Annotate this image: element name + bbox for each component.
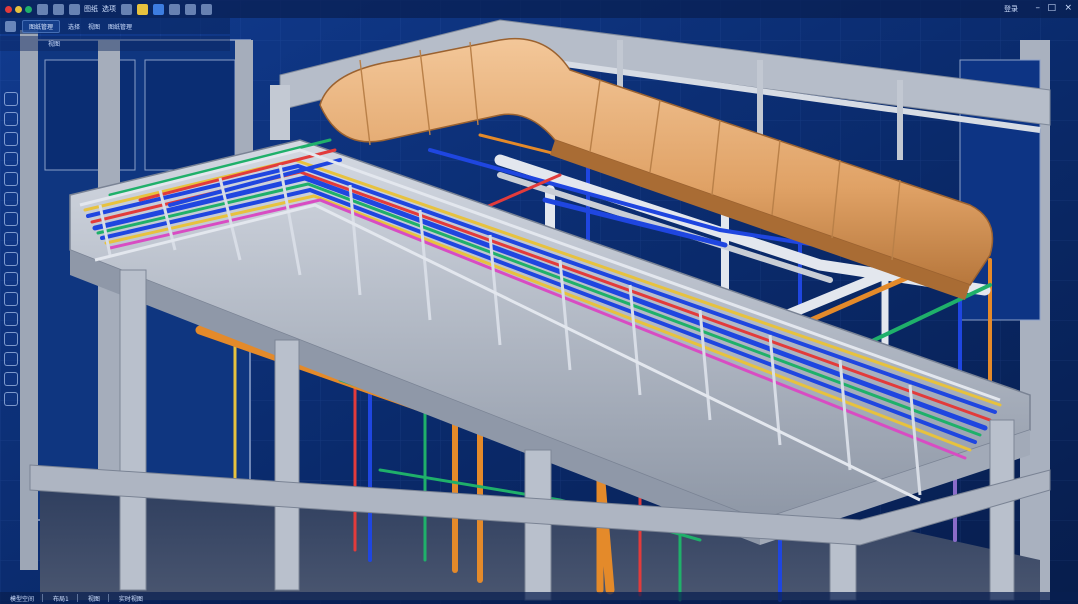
camera-icon[interactable] xyxy=(4,312,18,326)
save-icon[interactable] xyxy=(37,3,48,15)
status-divider xyxy=(107,594,109,602)
title-bar: 图纸 选项 登录 – □ × xyxy=(0,0,1078,18)
view-cube-icon[interactable] xyxy=(153,3,164,15)
drawing-icon[interactable] xyxy=(5,20,16,32)
status-bar: 模型空间 布局1 视图 实时视图 xyxy=(0,592,1078,604)
pan-icon[interactable] xyxy=(4,112,18,126)
window-minimize-icon[interactable]: – xyxy=(1036,3,1041,13)
lock-icon[interactable] xyxy=(4,332,18,346)
bim-viewer-app: 图纸 选项 登录 – □ × 图纸管理 选择 视图 图纸管理 视图 模型空间 布… xyxy=(0,0,1078,604)
search-icon[interactable] xyxy=(201,3,212,15)
menu-item-drawings[interactable]: 图纸 xyxy=(84,4,98,14)
drawing-manager-tool[interactable]: 图纸管理 xyxy=(108,22,132,31)
settings-icon[interactable] xyxy=(185,3,196,15)
select-icon[interactable] xyxy=(4,92,18,106)
measure-tool-icon[interactable] xyxy=(4,192,18,206)
print-icon[interactable] xyxy=(4,372,18,386)
redo-icon[interactable] xyxy=(69,3,80,15)
window-close-icon[interactable]: × xyxy=(1064,3,1072,13)
maximize-icon[interactable] xyxy=(25,5,32,13)
ribbon-row: 图纸管理 选择 视图 图纸管理 xyxy=(0,18,230,34)
drawing-manager-field[interactable]: 图纸管理 xyxy=(22,19,61,33)
view-tool[interactable]: 视图 xyxy=(88,22,100,31)
section-icon[interactable] xyxy=(4,172,18,186)
orbit-icon[interactable] xyxy=(4,132,18,146)
window-maximize-icon[interactable]: □ xyxy=(1047,3,1056,13)
status-divider xyxy=(42,594,44,602)
status-divider xyxy=(76,594,78,602)
undo-icon[interactable] xyxy=(53,3,64,15)
export-icon[interactable] xyxy=(4,352,18,366)
markup-icon[interactable] xyxy=(4,212,18,226)
folder-icon[interactable] xyxy=(137,3,148,15)
properties-icon[interactable] xyxy=(4,252,18,266)
3d-viewport[interactable] xyxy=(0,0,1078,604)
select-tool[interactable]: 选择 xyxy=(68,22,80,31)
settings-tool-icon[interactable] xyxy=(4,392,18,406)
zoom-icon[interactable] xyxy=(4,152,18,166)
clash-icon[interactable] xyxy=(4,292,18,306)
status-model-space[interactable]: 模型空间 xyxy=(10,594,34,603)
view-tab[interactable]: 视图 xyxy=(48,39,60,48)
layers-tool-icon[interactable] xyxy=(4,232,18,246)
user-login[interactable]: 登录 xyxy=(1004,4,1018,14)
layers-icon[interactable] xyxy=(121,3,132,15)
minimize-icon[interactable] xyxy=(15,5,22,13)
close-icon[interactable] xyxy=(5,5,12,13)
status-view[interactable]: 视图 xyxy=(88,594,100,603)
walk-icon[interactable] xyxy=(4,272,18,286)
status-realtime-view[interactable]: 实时视图 xyxy=(119,594,143,603)
menu-item-options[interactable]: 选项 xyxy=(102,4,116,14)
measure-icon[interactable] xyxy=(169,3,180,15)
ribbon-row-2: 视图 xyxy=(0,36,230,51)
left-tool-rail xyxy=(0,52,20,412)
status-layout-1[interactable]: 布局1 xyxy=(53,594,69,603)
